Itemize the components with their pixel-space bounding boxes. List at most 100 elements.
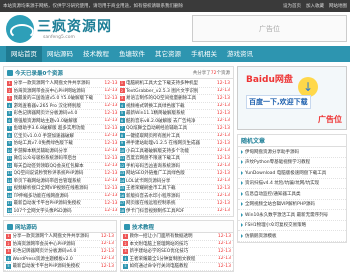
- nav-tutorial[interactable]: 技术教程: [78, 46, 114, 62]
- item-title[interactable]: 107个全网文字头像PSD源码: [14, 208, 103, 214]
- item-title[interactable]: 仿海资源网带会员中心PHP源码: [13, 241, 99, 247]
- item-title[interactable]: LOL试卡网页源码分享: [126, 178, 215, 184]
- list-item[interactable]: 9 仿站工具v7.0免费绿色版下载 12-13: [7, 140, 118, 148]
- list-item[interactable]: 5 最新Win11.1精简破解版系统 12-13: [119, 110, 230, 118]
- item-title[interactable]: 每天自动签到领取QQ会员红包脚本: [14, 163, 103, 169]
- list-item[interactable]: 1 电脑刷机工具大全下载支持多种机型 12-13: [119, 80, 230, 88]
- item-title[interactable]: QQ空间说说秒赞秒评系统PHP源码: [14, 170, 103, 176]
- item-title[interactable]: 手游脚本精灵辅助源码分享: [14, 148, 103, 154]
- item-title[interactable]: 本文附电脑上管理网站的技巧: [130, 241, 216, 247]
- list-item[interactable]: 15 视频解析接口全网VIP视频在线看源码 12-13: [7, 185, 118, 193]
- side-article-item[interactable]: YunDownload 电脑版极速网盘下载工具: [238, 168, 346, 179]
- item-title[interactable]: 彩色记牌器网页计分板源码v4.0: [14, 110, 103, 116]
- item-title[interactable]: 百度云网盘不限速下载工具: [126, 155, 215, 161]
- item-title[interactable]: 分享一款资源网个人网盘文件共享源码: [14, 80, 103, 86]
- list-item[interactable]: 4 WordPress资源主题模板v2.0 12-13: [4, 256, 116, 263]
- side-article-title[interactable]: 资讯扫描v4.4 坑险/坑骗/坑网/坑实现: [245, 180, 319, 186]
- list-item[interactable]: 2 仿海资源网带会员中心PHP源码 12-13: [4, 241, 116, 248]
- list-item[interactable]: 3 易语言制作的QQ空间批量删除工具 12-13: [119, 95, 230, 103]
- item-title[interactable]: 彩色记牌器网页计分板源码v4.0: [13, 248, 99, 254]
- item-title[interactable]: 最新Win11.1精简破解版系统: [126, 110, 215, 116]
- side-article-title[interactable]: 声纹Python零基础视频学习教程: [245, 159, 310, 165]
- list-item[interactable]: 10 小白工具箱破解版支持多个功能 12-13: [119, 148, 230, 155]
- item-title[interactable]: TP伸缩多功能在线网盘源码: [14, 193, 103, 199]
- item-title[interactable]: 小白工具箱破解版支持多个功能: [126, 148, 215, 154]
- item-title[interactable]: 新版抖音去水印小程序源码: [126, 193, 215, 199]
- list-item[interactable]: 1 分享一款资源网个人网盘文件共享源码 12-13: [4, 233, 116, 241]
- item-title[interactable]: 如何通过命令行关闭电脑教程: [130, 263, 216, 269]
- side-article-title[interactable]: 信息自动监控/通知器工具类: [245, 191, 301, 197]
- site-logo[interactable]: 三疯资源网 sanfeng5.com: [6, 15, 112, 43]
- item-title[interactable]: 最新自动发卡平台PHP源码免授权: [14, 200, 103, 206]
- item-title[interactable]: 网页版在线远程控制系统: [126, 200, 215, 206]
- item-title[interactable]: 鱼塘助手3.6.8破解版 超多实用功能: [14, 125, 103, 131]
- nav-game-news[interactable]: 游戏资讯: [222, 46, 258, 62]
- side-article-title[interactable]: 伊甸网盘资源分享助手源码: [245, 149, 299, 155]
- side-article-item[interactable]: FSH1物理小众可复权交易策略: [238, 221, 346, 231]
- item-title[interactable]: 新手建站必学的SEO优化技巧: [130, 248, 216, 254]
- nav-mobile[interactable]: 手机相关: [186, 46, 222, 62]
- list-item[interactable]: 10 手游脚本精灵辅助源码分享 12-13: [7, 148, 118, 155]
- item-title[interactable]: 微信公众号吸粉系统源码带后台: [14, 155, 103, 161]
- item-title[interactable]: 视频解析接口全网VIP视频在线看源码: [14, 185, 103, 191]
- list-item[interactable]: 1 分享一款资源网个人网盘文件共享源码 12-13: [7, 80, 118, 88]
- list-item[interactable]: 3 新手建站必学的SEO优化技巧 12-13: [121, 248, 233, 256]
- item-title[interactable]: 伊卡门抖音视频制作工具PDF: [126, 208, 215, 214]
- side-article-item[interactable]: 资讯扫描v4.4 坑险/坑骗/坑网/坑实现: [238, 179, 346, 189]
- list-item[interactable]: 4 王者荣耀最全1分钟复制图文教程 12-13: [121, 256, 233, 263]
- list-item[interactable]: 2 本文附电脑上管理网站的技巧 12-13: [121, 241, 233, 248]
- list-item[interactable]: 17 最新自动发卡平台PHP源码免授权 12-13: [7, 200, 118, 208]
- list-item[interactable]: 9 神手建站助理v1.2.5 在线网页生成器 12-13: [119, 140, 230, 148]
- list-item[interactable]: 2 仿海资源网带会员中心PHP网站源码 12-13: [7, 88, 118, 95]
- item-title[interactable]: WordPress资源主题模板v2.0: [13, 256, 99, 262]
- list-item[interactable]: 16 新版抖音去水印小程序源码 12-13: [119, 193, 230, 200]
- item-title[interactable]: 单页下载网站源码带后台管理系统: [14, 178, 103, 184]
- list-item[interactable]: 8 一键提取网页所有图片工具 12-13: [119, 133, 230, 140]
- list-item[interactable]: 11 百度云网盘不限速下载工具 12-13: [119, 155, 230, 163]
- side-article-item[interactable]: Win10永久数字激活工具 最新无需序列号: [238, 210, 346, 221]
- item-title[interactable]: 王者荣耀刷金币工具下载: [126, 185, 215, 191]
- list-item[interactable]: 6 增强版资源网站主题v3.0破解版 12-13: [7, 118, 118, 125]
- list-item[interactable]: 4 视频格式转换工具绿色版下载 12-13: [119, 103, 230, 110]
- baidu-banner-ad[interactable]: Baidu网盘 ↓ 百度一下,欢迎下载 广告位: [237, 66, 347, 130]
- item-title[interactable]: 一键提取网页所有图片工具: [126, 133, 215, 139]
- item-title[interactable]: 仿海资源网带会员中心PHP网站源码: [14, 88, 103, 94]
- add-favorite-link[interactable]: 加入收藏: [306, 3, 324, 9]
- list-item[interactable]: 4 游戏查看器v.265 Pro 汉化特别版 12-13: [7, 103, 118, 110]
- list-item[interactable]: 6 酷狗音乐v8.2.0破解版 去广告纯净 12-13: [119, 118, 230, 125]
- item-title[interactable]: 我最爱的三国诡道v5.0 Y5.0破解版下载: [14, 95, 103, 101]
- side-article-item[interactable]: 伊甸网盘资源分享助手源码: [238, 147, 346, 158]
- list-item[interactable]: 3 我最爱的三国诡道v5.0 Y5.0破解版下载 12-13: [7, 95, 118, 103]
- item-title[interactable]: 教你一招让小门面所有数据透明: [130, 233, 216, 239]
- nav-other[interactable]: 其它资源: [150, 46, 186, 62]
- nav-source[interactable]: 网站源码: [42, 46, 78, 62]
- list-item[interactable]: 14 单页下载网站源码带后台管理系统 12-13: [7, 178, 118, 185]
- list-item[interactable]: 12 手机号码吉凶查询系统源码 12-13: [119, 163, 230, 170]
- top-ad-slot[interactable]: 广告位: [192, 15, 347, 42]
- sitemap-link[interactable]: 网站地图: [329, 3, 347, 9]
- nav-fish-software[interactable]: 鱼塘软件: [114, 46, 150, 62]
- item-title[interactable]: 最新自动发卡平台PHP源码免授权: [13, 263, 99, 269]
- list-item[interactable]: 2 TextGrabber_v2.5.3 图片文字识别 12-13: [119, 88, 230, 95]
- list-item[interactable]: 18 伊卡门抖音视频制作工具PDF 12-13: [119, 208, 230, 215]
- side-article-item[interactable]: 全网视频全站合辑VIP解析PHP源码: [238, 200, 346, 210]
- list-item[interactable]: 5 最新自动发卡平台PHP源码免授权 12-13: [4, 263, 116, 271]
- item-title[interactable]: 亿宝贝v1.0.0 手游加速器破解: [14, 133, 103, 139]
- side-article-title[interactable]: FSH1物理小众可复权交易策略: [245, 222, 306, 228]
- list-item[interactable]: 5 如何通过命令行关闭电脑教程 12-13: [121, 263, 233, 271]
- item-title[interactable]: 分享一款资源网个人网盘文件共享源码: [13, 233, 99, 239]
- list-item[interactable]: 16 TP伸缩多功能在线网盘源码 12-13: [7, 193, 118, 200]
- list-item[interactable]: 8 亿宝贝v1.0.0 手游加速器破解 12-13: [7, 133, 118, 140]
- item-title[interactable]: 王者荣耀最全1分钟复制图文教程: [130, 256, 216, 262]
- item-title[interactable]: 神手建站助理v1.2.5 在线网页生成器: [126, 140, 215, 146]
- item-title[interactable]: TextGrabber_v2.5.3 图片文字识别: [126, 88, 215, 94]
- nav-home[interactable]: 网站首页: [6, 46, 42, 62]
- side-article-title[interactable]: Win10永久数字激活工具 最新无需序列号: [245, 212, 328, 218]
- item-title[interactable]: QQ炫舞全自动刷经验辅助工具: [126, 125, 215, 131]
- list-item[interactable]: 14 LOL试卡网页源码分享 12-13: [119, 178, 230, 185]
- list-item[interactable]: 13 QQ空间说说秒赞秒评系统PHP源码 12-13: [7, 170, 118, 178]
- item-title[interactable]: 手机号码吉凶查询系统源码: [126, 163, 215, 169]
- list-item[interactable]: 17 网页版在线远程控制系统 12-13: [119, 200, 230, 208]
- list-item[interactable]: 11 微信公众号吸粉系统源码带后台 12-13: [7, 155, 118, 163]
- item-title[interactable]: 电脑刷机工具大全下载支持多种机型: [126, 80, 215, 86]
